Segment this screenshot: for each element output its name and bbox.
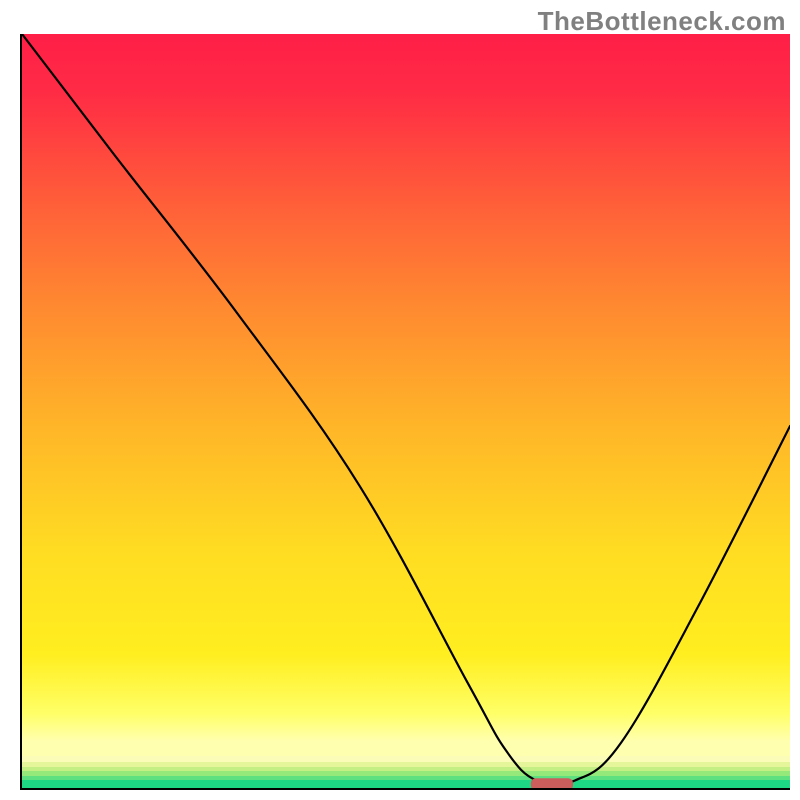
- plot-area: [20, 34, 790, 790]
- bottleneck-chart: TheBottleneck.com: [0, 0, 800, 800]
- optimal-marker: [531, 778, 573, 790]
- curve-layer: [22, 34, 790, 788]
- bottleneck-curve-path: [22, 34, 790, 785]
- watermark-text: TheBottleneck.com: [538, 6, 786, 37]
